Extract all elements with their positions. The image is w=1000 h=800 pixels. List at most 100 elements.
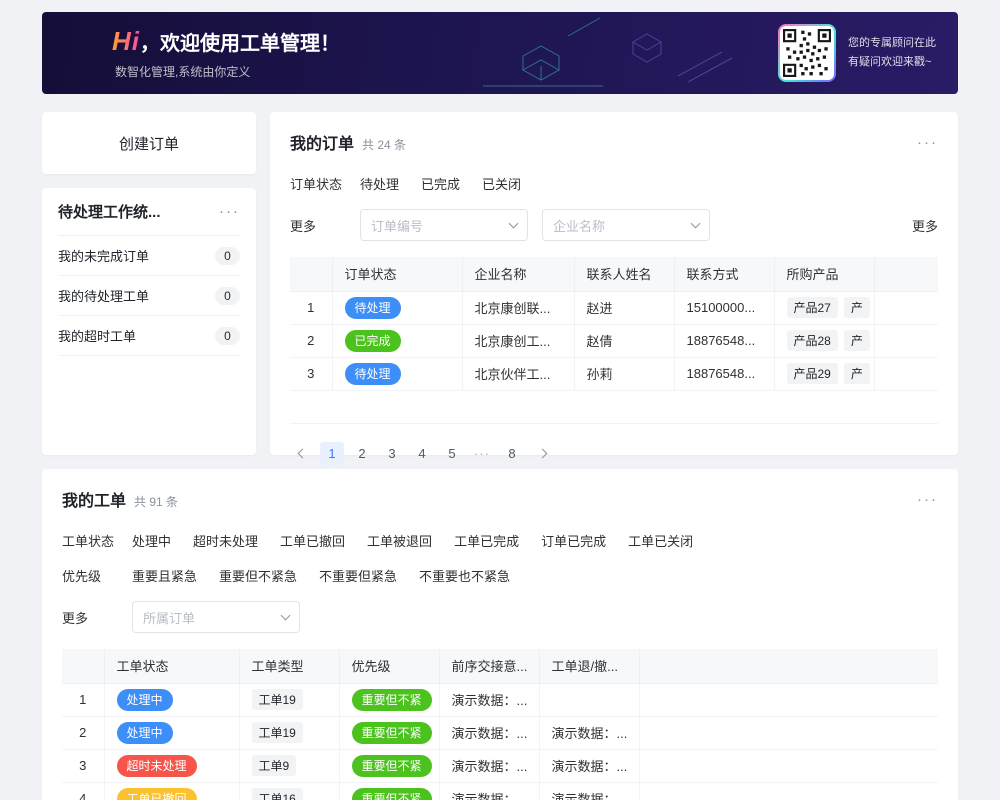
ticket-status-option[interactable]: 订单已完成	[541, 531, 606, 550]
note2-cell	[539, 683, 639, 716]
parent-order-select[interactable]: 所属订单	[132, 601, 300, 633]
ticket-status-option[interactable]: 工单已关闭	[628, 531, 693, 550]
ticket-row[interactable]: 1 处理中 工单19 重要但不紧 演示数据：...	[62, 683, 938, 716]
priority-filter-label: 优先级	[62, 566, 132, 585]
order-status-option[interactable]: 已关闭	[482, 174, 521, 193]
priority-badge: 重要但不紧	[352, 788, 432, 800]
ticket-status-option[interactable]: 超时未处理	[193, 531, 258, 550]
company-name-select[interactable]: 企业名称	[542, 209, 710, 241]
qr-code-image	[783, 29, 831, 77]
ticket-row[interactable]: 3 超时未处理 工单9 重要但不紧 演示数据：... 演示数据：...	[62, 749, 938, 782]
order-status-filter-label: 订单状态	[290, 174, 360, 193]
order-more-filter-row: 更多 订单编号 企业名称 更多	[290, 209, 938, 241]
qr-code[interactable]	[778, 24, 836, 82]
priority-option[interactable]: 不重要也不紧急	[419, 566, 510, 585]
pagination-next-icon[interactable]	[530, 442, 554, 466]
note2-cell: 演示数据：...	[539, 782, 639, 800]
ticket-status-filter-row: 工单状态 处理中 超时未处理 工单已撤回 工单被退回 工单已完成 订单已完成 工…	[62, 531, 938, 550]
stat-count-badge: 0	[215, 287, 240, 305]
pagination-ellipsis-icon[interactable]: ···	[470, 442, 494, 466]
type-tag: 工单19	[252, 722, 303, 743]
qr-note: 您的专属顾问在此 有疑问欢迎来戳~	[848, 34, 944, 71]
stats-card-title: 待处理工作统...	[58, 201, 161, 222]
more-actions-icon[interactable]: ···	[917, 492, 938, 507]
order-row[interactable]: 2 已完成 北京康创工... 赵倩 18876548... 产品28产	[290, 324, 938, 357]
chevron-down-icon	[509, 219, 519, 229]
product-cell: 产品29产	[774, 357, 874, 390]
company-cell: 北京伙伴工...	[462, 357, 574, 390]
product-tag: 产	[844, 330, 870, 351]
more-link[interactable]: 更多	[912, 216, 938, 235]
parent-order-placeholder: 所属订单	[143, 608, 195, 627]
priority-option[interactable]: 重要且紧急	[132, 566, 197, 585]
pagination-page-2[interactable]: 2	[350, 442, 374, 466]
filler-cell	[874, 357, 938, 390]
product-tag: 产	[844, 297, 870, 318]
tickets-table-header: 工单状态 工单类型 优先级 前序交接意... 工单退/撤...	[62, 649, 938, 683]
qr-note-line2: 有疑问欢迎来戳~	[848, 53, 944, 72]
pagination-page-3[interactable]: 3	[380, 442, 404, 466]
order-row[interactable]: 1 待处理 北京康创联... 赵进 15100000... 产品27产	[290, 291, 938, 324]
pagination-prev-icon[interactable]	[290, 442, 314, 466]
filler-cell	[639, 782, 938, 800]
stat-count-badge: 0	[215, 327, 240, 345]
stat-label: 我的未完成订单	[58, 246, 149, 265]
more-actions-icon[interactable]: ···	[219, 204, 240, 219]
order-status-option[interactable]: 已完成	[421, 174, 460, 193]
row-index: 2	[62, 716, 104, 749]
pagination-page-4[interactable]: 4	[410, 442, 434, 466]
col-phone: 联系方式	[674, 257, 774, 291]
contact-cell: 孙莉	[574, 357, 674, 390]
col-note2: 工单退/撤...	[539, 649, 639, 683]
col-ticket-status: 工单状态	[104, 649, 239, 683]
status-badge: 待处理	[345, 297, 401, 319]
pagination-page-1[interactable]: 1	[320, 442, 344, 466]
priority-badge: 重要但不紧	[352, 755, 432, 777]
phone-cell: 15100000...	[674, 291, 774, 324]
company-name-placeholder: 企业名称	[553, 216, 605, 235]
order-row[interactable]: 3 待处理 北京伙伴工... 孙莉 18876548... 产品29产	[290, 357, 938, 390]
company-cell: 北京康创工...	[462, 324, 574, 357]
stat-item-pending-tickets[interactable]: 我的待处理工单 0	[58, 276, 240, 316]
stat-item-overtime-tickets[interactable]: 我的超时工单 0	[58, 316, 240, 356]
type-tag: 工单9	[252, 755, 297, 776]
orders-table: 订单状态 企业名称 联系人姓名 联系方式 所购产品 1 待处理 北京康创联...…	[290, 257, 938, 424]
phone-cell: 18876548...	[674, 324, 774, 357]
note1-cell: 演示数据：...	[439, 782, 539, 800]
more-filters-toggle[interactable]: 更多	[290, 216, 360, 235]
filler-cell	[639, 683, 938, 716]
qr-note-line1: 您的专属顾问在此	[848, 34, 944, 53]
pending-work-stats-card: 待处理工作统... ··· 我的未完成订单 0 我的待处理工单 0 我的超时工单…	[42, 188, 256, 455]
more-actions-icon[interactable]: ···	[917, 135, 938, 150]
filler-cell	[874, 324, 938, 357]
row-index: 1	[62, 683, 104, 716]
more-filters-toggle[interactable]: 更多	[62, 608, 132, 627]
priority-option[interactable]: 重要但不紧急	[219, 566, 297, 585]
order-no-select[interactable]: 订单编号	[360, 209, 528, 241]
row-index: 2	[290, 324, 332, 357]
note1-cell: 演示数据：...	[439, 716, 539, 749]
note1-cell: 演示数据：...	[439, 683, 539, 716]
ticket-status-option[interactable]: 处理中	[132, 531, 171, 550]
ticket-row[interactable]: 4 工单已撤回 工单16 重要但不紧 演示数据：... 演示数据：...	[62, 782, 938, 800]
ticket-row[interactable]: 2 处理中 工单19 重要但不紧 演示数据：... 演示数据：...	[62, 716, 938, 749]
ticket-status-option[interactable]: 工单已撤回	[280, 531, 345, 550]
col-priority: 优先级	[339, 649, 439, 683]
stat-item-unfinished-orders[interactable]: 我的未完成订单 0	[58, 236, 240, 276]
priority-option[interactable]: 不重要但紧急	[319, 566, 397, 585]
ticket-status-option[interactable]: 工单被退回	[367, 531, 432, 550]
pagination-page-5[interactable]: 5	[440, 442, 464, 466]
order-status-option[interactable]: 待处理	[360, 174, 399, 193]
pagination-page-8[interactable]: 8	[500, 442, 524, 466]
ticket-status-option[interactable]: 工单已完成	[454, 531, 519, 550]
banner-title: Hi ，欢迎使用工单管理！	[112, 26, 340, 57]
pagination: 1 2 3 4 5 ··· 8	[290, 442, 938, 466]
col-index	[290, 257, 332, 291]
create-order-button[interactable]: 创建订单	[42, 112, 256, 174]
row-index: 3	[290, 357, 332, 390]
tickets-table: 工单状态 工单类型 优先级 前序交接意... 工单退/撤... 1 处理中 工单…	[62, 649, 938, 800]
banner-greeting-hi: Hi	[112, 26, 140, 57]
col-filler	[639, 649, 938, 683]
product-cell: 产品27产	[774, 291, 874, 324]
stat-label: 我的超时工单	[58, 326, 136, 345]
